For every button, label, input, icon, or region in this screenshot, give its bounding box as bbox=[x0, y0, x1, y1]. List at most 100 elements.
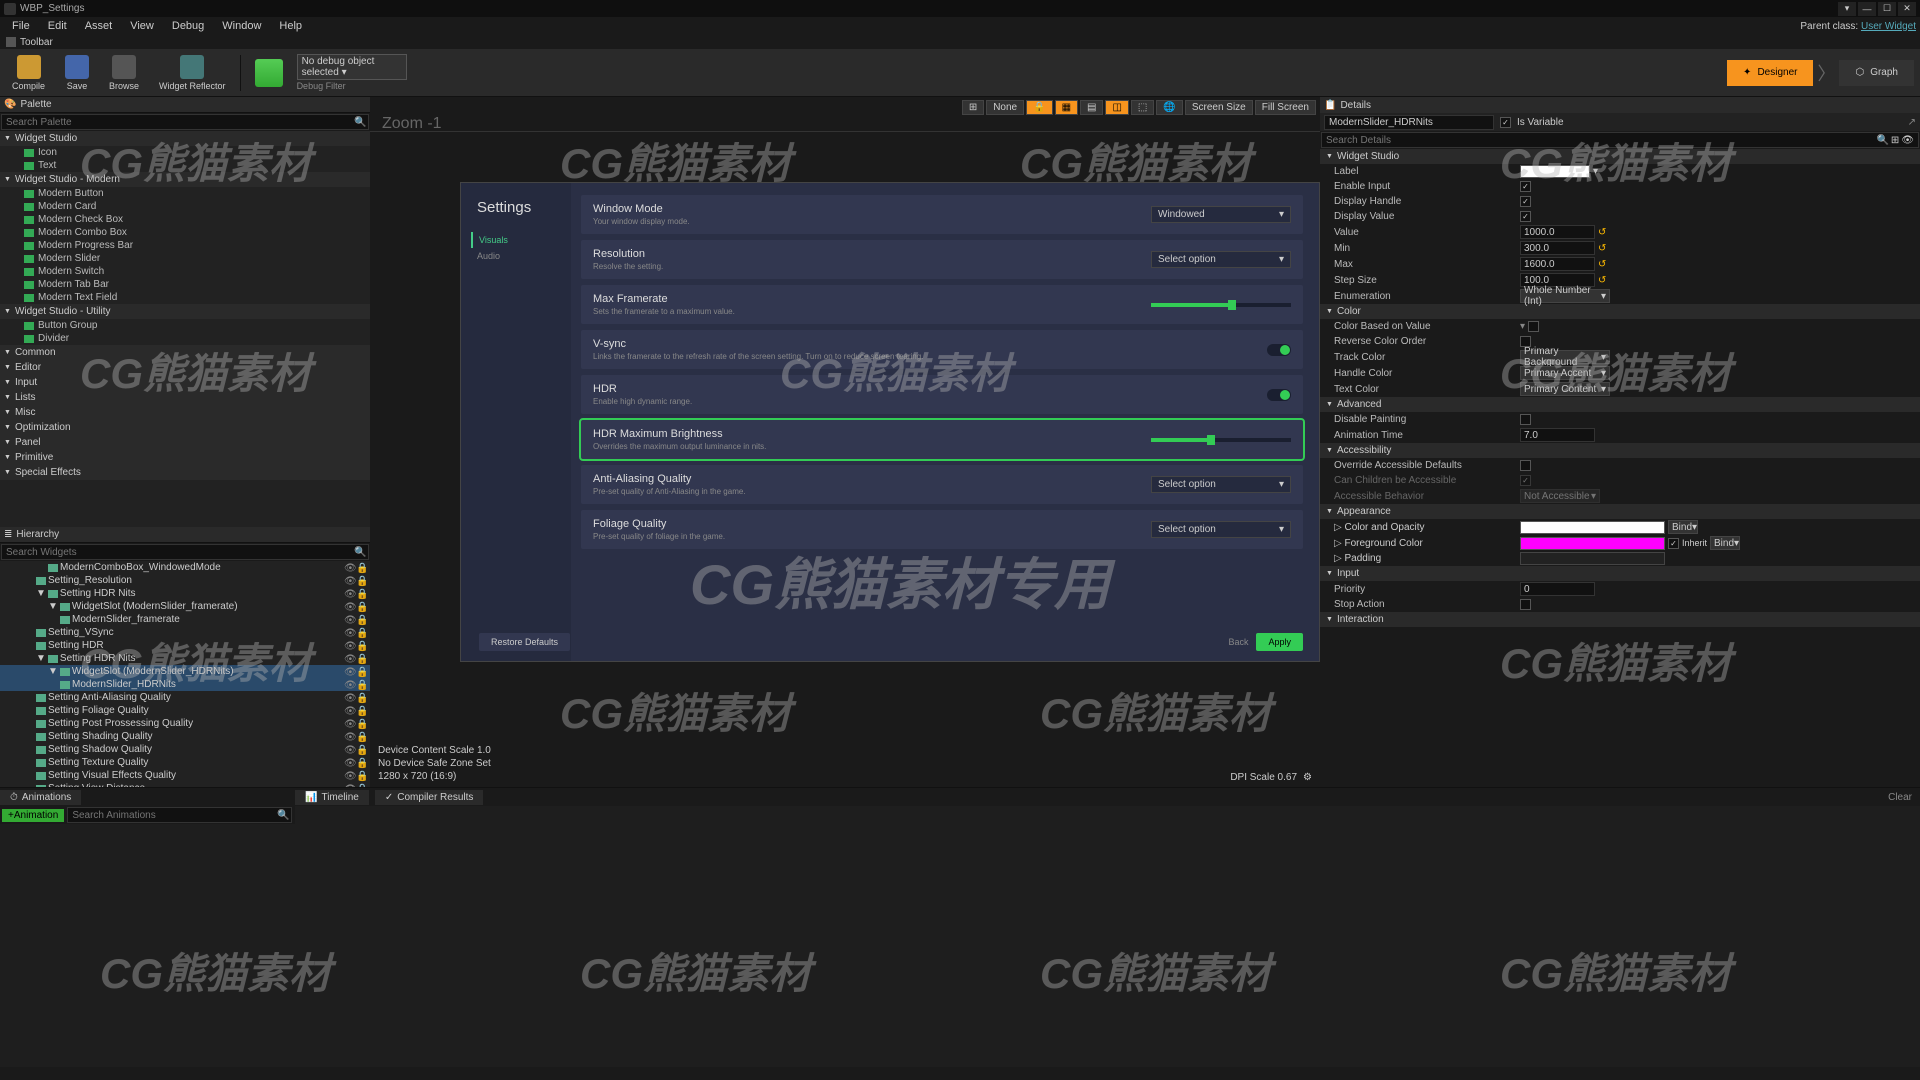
reset-icon[interactable]: ↺ bbox=[1598, 259, 1606, 270]
palette-item[interactable]: Modern Progress Bar bbox=[0, 239, 370, 252]
cat-accessibility[interactable]: Accessibility bbox=[1320, 443, 1920, 458]
palette-category[interactable]: Input bbox=[0, 375, 370, 390]
play-button[interactable] bbox=[249, 57, 289, 89]
setting-select[interactable]: Windowed▾ bbox=[1151, 206, 1291, 223]
debug-object-select[interactable]: No debug object selected ▾ bbox=[297, 54, 407, 80]
hierarchy-item[interactable]: ModernSlider_HDRNits👁🔒 bbox=[0, 678, 370, 691]
priority-input[interactable] bbox=[1520, 582, 1595, 596]
apply-button[interactable]: Apply bbox=[1256, 633, 1303, 651]
vp-none-button[interactable]: None bbox=[986, 100, 1024, 115]
bind-select[interactable]: Bind▾ bbox=[1668, 520, 1698, 534]
palette-category[interactable]: Editor bbox=[0, 360, 370, 375]
reset-icon[interactable]: ↺ bbox=[1598, 275, 1606, 286]
hierarchy-item[interactable]: ▼ WidgetSlot (ModernSlider_framerate)👁🔒 bbox=[0, 600, 370, 613]
fg-color-swatch[interactable] bbox=[1520, 537, 1665, 550]
hierarchy-item[interactable]: ▼ Setting HDR Nits👁🔒 bbox=[0, 652, 370, 665]
compiler-results-tab[interactable]: ✓Compiler Results bbox=[375, 790, 484, 805]
cat-interaction[interactable]: Interaction bbox=[1320, 612, 1920, 627]
anim-time-input[interactable] bbox=[1520, 428, 1595, 442]
hierarchy-item[interactable]: Setting Texture Quality👁🔒 bbox=[0, 756, 370, 769]
compile-button[interactable]: Compile bbox=[6, 53, 51, 93]
back-button[interactable]: Back bbox=[1228, 637, 1248, 647]
hierarchy-search[interactable]: 🔍 bbox=[1, 544, 369, 560]
palette-item[interactable]: Divider bbox=[0, 332, 370, 345]
vp-localize-button[interactable]: 🌐 bbox=[1156, 100, 1182, 115]
clear-button[interactable]: Clear bbox=[1880, 791, 1920, 804]
track-color-select[interactable]: Primary Background▾ bbox=[1520, 350, 1610, 364]
label-input[interactable] bbox=[1520, 165, 1590, 178]
is-variable-checkbox[interactable]: ✓ bbox=[1500, 117, 1511, 128]
hierarchy-item[interactable]: ▼ Setting HDR Nits👁🔒 bbox=[0, 587, 370, 600]
palette-category[interactable]: Primitive bbox=[0, 450, 370, 465]
palette-category[interactable]: Lists bbox=[0, 390, 370, 405]
open-class-button[interactable]: ↗ bbox=[1908, 117, 1916, 128]
menu-asset[interactable]: Asset bbox=[77, 18, 121, 34]
cat-appearance[interactable]: Appearance bbox=[1320, 504, 1920, 519]
palette-item[interactable]: Modern Slider bbox=[0, 252, 370, 265]
display-handle-checkbox[interactable]: ✓ bbox=[1520, 196, 1531, 207]
max-input[interactable] bbox=[1520, 257, 1595, 271]
close-button[interactable]: ✕ bbox=[1898, 2, 1916, 16]
hierarchy-item[interactable]: Setting Shading Quality👁🔒 bbox=[0, 730, 370, 743]
reset-icon[interactable]: ↺ bbox=[1598, 227, 1606, 238]
display-value-checkbox[interactable]: ✓ bbox=[1520, 211, 1531, 222]
disable-painting-checkbox[interactable] bbox=[1520, 414, 1531, 425]
padding-input[interactable] bbox=[1520, 552, 1665, 565]
setting-select[interactable]: Select option▾ bbox=[1151, 476, 1291, 493]
vp-lock-button[interactable]: 🔒 bbox=[1026, 100, 1052, 115]
palette-category[interactable]: Widget Studio - Modern bbox=[0, 172, 370, 187]
menu-help[interactable]: Help bbox=[271, 18, 310, 34]
cat-input[interactable]: Input bbox=[1320, 566, 1920, 581]
gear-icon[interactable]: ⚙ bbox=[1303, 772, 1312, 783]
hierarchy-item[interactable]: ModernSlider_framerate👁🔒 bbox=[0, 613, 370, 626]
filter-icon[interactable]: 👁 bbox=[1901, 135, 1914, 146]
designer-tab[interactable]: ✦Designer bbox=[1727, 60, 1813, 86]
reset-icon[interactable]: ↺ bbox=[1598, 243, 1606, 254]
debug-filter-label[interactable]: Debug Filter bbox=[297, 81, 407, 91]
browse-button[interactable]: Browse bbox=[103, 53, 145, 93]
preview-nav-visuals[interactable]: Visuals bbox=[471, 232, 555, 248]
menu-window[interactable]: Window bbox=[214, 18, 269, 34]
text-color-select[interactable]: Primary Content▾ bbox=[1520, 382, 1610, 396]
hierarchy-item[interactable]: ModernComboBox_WindowedMode👁🔒 bbox=[0, 561, 370, 574]
hierarchy-item[interactable]: Setting_VSync👁🔒 bbox=[0, 626, 370, 639]
min-input[interactable] bbox=[1520, 241, 1595, 255]
setting-select[interactable]: Select option▾ bbox=[1151, 521, 1291, 538]
palette-category[interactable]: Special Effects bbox=[0, 465, 370, 480]
palette-category[interactable]: Panel bbox=[0, 435, 370, 450]
inherit-checkbox[interactable]: ✓ bbox=[1668, 538, 1679, 549]
setting-select[interactable]: Select option▾ bbox=[1151, 251, 1291, 268]
cat-advanced[interactable]: Advanced bbox=[1320, 397, 1920, 412]
hierarchy-item[interactable]: Setting Anti-Aliasing Quality👁🔒 bbox=[0, 691, 370, 704]
animation-search[interactable]: 🔍 bbox=[67, 807, 292, 823]
parent-class-link[interactable]: User Widget bbox=[1861, 21, 1916, 32]
palette-item[interactable]: Modern Switch bbox=[0, 265, 370, 278]
setting-toggle[interactable] bbox=[1267, 344, 1291, 356]
bind-select[interactable]: Bind▾ bbox=[1710, 536, 1740, 550]
vp-layout4-button[interactable]: ⬚ bbox=[1131, 100, 1154, 115]
save-button[interactable]: Save bbox=[59, 53, 95, 93]
vp-fillscreen-select[interactable]: Fill Screen bbox=[1255, 100, 1316, 115]
palette-item[interactable]: Modern Card bbox=[0, 200, 370, 213]
widget-name-input[interactable] bbox=[1324, 115, 1494, 130]
cat-color[interactable]: Color bbox=[1320, 304, 1920, 319]
hierarchy-item[interactable]: Setting_Resolution👁🔒 bbox=[0, 574, 370, 587]
vp-grid-button[interactable]: ⊞ bbox=[962, 100, 984, 115]
setting-slider[interactable] bbox=[1151, 303, 1291, 307]
value-input[interactable] bbox=[1520, 225, 1595, 239]
graph-tab[interactable]: ⬡Graph bbox=[1839, 60, 1914, 86]
hierarchy-item[interactable]: Setting View Distance👁🔒 bbox=[0, 782, 370, 787]
preview-nav-audio[interactable]: Audio bbox=[477, 248, 555, 264]
window-dropdown-icon[interactable]: ▾ bbox=[1838, 2, 1856, 16]
maximize-button[interactable]: ☐ bbox=[1878, 2, 1896, 16]
minimize-button[interactable]: — bbox=[1858, 2, 1876, 16]
details-search[interactable]: 🔍⊞👁 bbox=[1321, 132, 1919, 148]
restore-defaults-button[interactable]: Restore Defaults bbox=[479, 633, 570, 651]
hierarchy-item[interactable]: ▼ WidgetSlot (ModernSlider_HDRNits)👁🔒 bbox=[0, 665, 370, 678]
color-opacity-swatch[interactable] bbox=[1520, 521, 1665, 534]
hierarchy-item[interactable]: Setting Visual Effects Quality👁🔒 bbox=[0, 769, 370, 782]
stop-action-checkbox[interactable] bbox=[1520, 599, 1531, 610]
menu-debug[interactable]: Debug bbox=[164, 18, 212, 34]
menu-file[interactable]: File bbox=[4, 18, 38, 34]
setting-slider[interactable] bbox=[1151, 438, 1291, 442]
